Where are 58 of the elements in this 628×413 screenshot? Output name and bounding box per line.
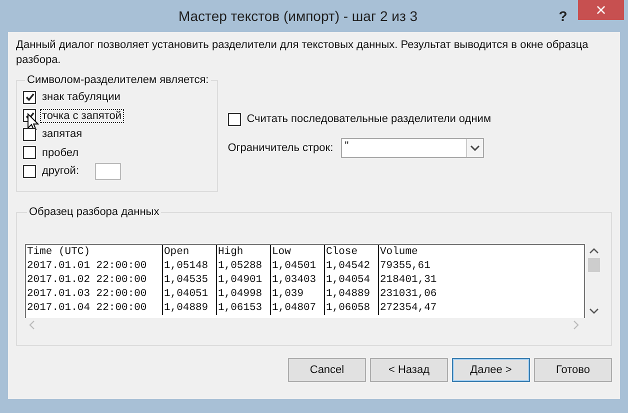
dialog-button[interactable]: < Назад (370, 358, 448, 382)
checkbox-label[interactable]: Считать последовательные разделители одним (244, 112, 494, 126)
checkbox[interactable] (23, 164, 36, 178)
table-cell: 272354,47 (378, 301, 468, 315)
group-title: Символом-разделителем является: (26, 74, 210, 86)
table-cell: 1,04051 (162, 287, 216, 301)
checkbox-label[interactable]: другой: (40, 164, 82, 178)
column-header: High (216, 245, 270, 259)
table-cell: 1,04807 (270, 301, 324, 315)
checkbox-label[interactable]: точка с запятой (40, 108, 124, 123)
other-delimiter-field[interactable] (95, 162, 122, 180)
table-cell: 1,06153 (216, 301, 270, 315)
description-text: Данный диалог позволяет установить разделители для текстовых данных. Результат выводится в окне образца разбора. (16, 38, 590, 68)
checkbox[interactable] (228, 112, 241, 126)
checkbox[interactable] (23, 146, 36, 160)
table-cell-text: 2017.01.02 22:00:00 (26, 273, 148, 287)
field-label: Ограничитель строк: (228, 142, 334, 154)
table-cell: 218401,31 (378, 273, 468, 287)
close-button[interactable]: × (578, 0, 624, 20)
window-title: Мастер текстов (импорт) - шаг 2 из 3 (177, 8, 419, 24)
table-cell: 1,04501 (270, 259, 324, 273)
table-cell: 1,04889 (162, 301, 216, 315)
column-header: Time (UTC) (26, 245, 92, 259)
checkbox[interactable] (23, 128, 36, 141)
table-cell: 1,039 (270, 287, 324, 301)
group-title: Образец разбора данных (28, 206, 160, 218)
checkbox-label[interactable]: знак табуляции (40, 90, 122, 104)
table-cell-text: 2017.01.04 22:00:00 (26, 301, 148, 315)
column-header: Open (162, 245, 216, 259)
checkbox-label[interactable]: запятая (40, 127, 84, 142)
help-button[interactable]: ? (548, 4, 578, 28)
mouse-pointer-icon (27, 112, 39, 132)
table-cell-text: 2017.01.03 22:00:00 (26, 287, 148, 301)
table-cell: 79355,61 (378, 259, 468, 273)
text-qualifier-dropdown[interactable]: " (340, 138, 484, 158)
table-cell: 1,04998 (216, 287, 270, 301)
table-cell: 1,04054 (324, 273, 378, 287)
checkbox[interactable] (23, 90, 36, 104)
scroll-down-icon[interactable] (589, 308, 599, 314)
scroll-up-icon[interactable] (589, 248, 599, 254)
table-cell: 1,05288 (216, 259, 270, 273)
column-header: Low (270, 245, 324, 259)
dialog-button[interactable]: Cancel (288, 358, 366, 382)
table-cell: 1,04889 (324, 287, 378, 301)
column-header: Volume (378, 245, 468, 259)
table-cell-text: 2017.01.01 22:00:00 (26, 259, 148, 273)
dialog-button[interactable]: Готово (534, 358, 612, 382)
column-header: Close (324, 245, 378, 259)
table-cell: 1,06058 (324, 301, 378, 315)
table-cell: 1,04542 (324, 259, 378, 273)
table-cell: 1,03403 (270, 273, 324, 287)
table-cell: 1,05148 (162, 259, 216, 273)
checkbox-label[interactable]: пробел (40, 146, 81, 160)
table-cell: 1,04901 (216, 273, 270, 287)
table-cell: 231031,06 (378, 287, 468, 301)
dialog-button[interactable]: Далее > (452, 358, 530, 382)
scroll-thumb[interactable] (588, 258, 600, 272)
table-cell: 1,04535 (162, 273, 216, 287)
